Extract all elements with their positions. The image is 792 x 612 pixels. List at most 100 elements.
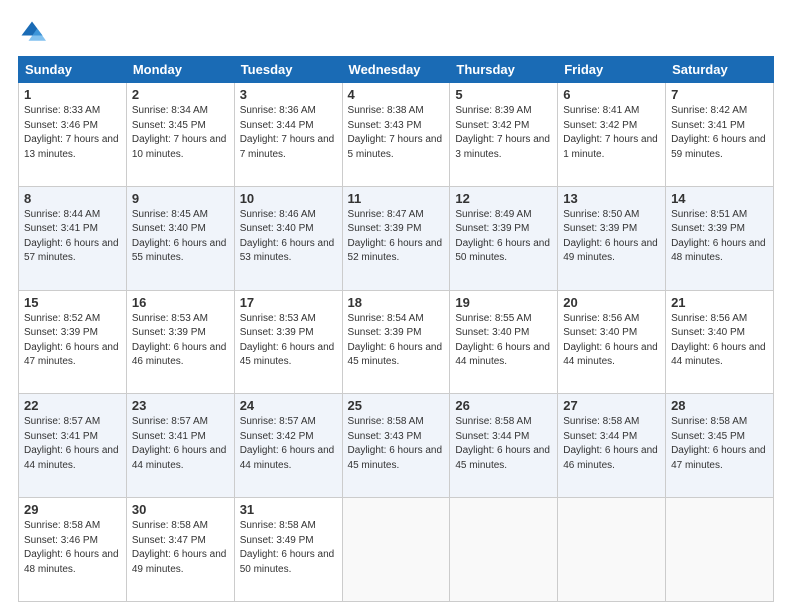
- day-info: Sunrise: 8:53 AMSunset: 3:39 PMDaylight:…: [240, 313, 335, 368]
- day-cell: 13 Sunrise: 8:50 AMSunset: 3:39 PMDaylig…: [558, 186, 666, 290]
- header-row: SundayMondayTuesdayWednesdayThursdayFrid…: [19, 57, 774, 83]
- day-info: Sunrise: 8:39 AMSunset: 3:42 PMDaylight:…: [455, 105, 550, 160]
- day-cell: 28 Sunrise: 8:58 AMSunset: 3:45 PMDaylig…: [666, 394, 774, 498]
- day-cell: 2 Sunrise: 8:34 AMSunset: 3:45 PMDayligh…: [126, 83, 234, 187]
- day-cell: 24 Sunrise: 8:57 AMSunset: 3:42 PMDaylig…: [234, 394, 342, 498]
- day-cell: 12 Sunrise: 8:49 AMSunset: 3:39 PMDaylig…: [450, 186, 558, 290]
- day-cell: 27 Sunrise: 8:58 AMSunset: 3:44 PMDaylig…: [558, 394, 666, 498]
- day-cell: 21 Sunrise: 8:56 AMSunset: 3:40 PMDaylig…: [666, 290, 774, 394]
- day-number: 6: [563, 87, 660, 102]
- col-header-friday: Friday: [558, 57, 666, 83]
- day-number: 3: [240, 87, 337, 102]
- day-cell: 23 Sunrise: 8:57 AMSunset: 3:41 PMDaylig…: [126, 394, 234, 498]
- day-cell: 4 Sunrise: 8:38 AMSunset: 3:43 PMDayligh…: [342, 83, 450, 187]
- day-cell: 10 Sunrise: 8:46 AMSunset: 3:40 PMDaylig…: [234, 186, 342, 290]
- day-number: 29: [24, 502, 121, 517]
- week-row-3: 15 Sunrise: 8:52 AMSunset: 3:39 PMDaylig…: [19, 290, 774, 394]
- day-info: Sunrise: 8:56 AMSunset: 3:40 PMDaylight:…: [671, 313, 766, 368]
- day-info: Sunrise: 8:54 AMSunset: 3:39 PMDaylight:…: [348, 313, 443, 368]
- day-number: 27: [563, 398, 660, 413]
- day-number: 8: [24, 191, 121, 206]
- col-header-thursday: Thursday: [450, 57, 558, 83]
- day-cell: 8 Sunrise: 8:44 AMSunset: 3:41 PMDayligh…: [19, 186, 127, 290]
- day-info: Sunrise: 8:58 AMSunset: 3:45 PMDaylight:…: [671, 416, 766, 471]
- day-cell: 17 Sunrise: 8:53 AMSunset: 3:39 PMDaylig…: [234, 290, 342, 394]
- day-info: Sunrise: 8:42 AMSunset: 3:41 PMDaylight:…: [671, 105, 766, 160]
- day-info: Sunrise: 8:38 AMSunset: 3:43 PMDaylight:…: [348, 105, 443, 160]
- day-cell: 19 Sunrise: 8:55 AMSunset: 3:40 PMDaylig…: [450, 290, 558, 394]
- week-row-2: 8 Sunrise: 8:44 AMSunset: 3:41 PMDayligh…: [19, 186, 774, 290]
- day-cell: [342, 498, 450, 602]
- day-info: Sunrise: 8:46 AMSunset: 3:40 PMDaylight:…: [240, 209, 335, 264]
- day-info: Sunrise: 8:47 AMSunset: 3:39 PMDaylight:…: [348, 209, 443, 264]
- day-info: Sunrise: 8:57 AMSunset: 3:41 PMDaylight:…: [132, 416, 227, 471]
- week-row-5: 29 Sunrise: 8:58 AMSunset: 3:46 PMDaylig…: [19, 498, 774, 602]
- day-cell: 31 Sunrise: 8:58 AMSunset: 3:49 PMDaylig…: [234, 498, 342, 602]
- week-row-4: 22 Sunrise: 8:57 AMSunset: 3:41 PMDaylig…: [19, 394, 774, 498]
- logo: [18, 18, 52, 46]
- day-number: 10: [240, 191, 337, 206]
- day-cell: 15 Sunrise: 8:52 AMSunset: 3:39 PMDaylig…: [19, 290, 127, 394]
- day-info: Sunrise: 8:53 AMSunset: 3:39 PMDaylight:…: [132, 313, 227, 368]
- day-info: Sunrise: 8:51 AMSunset: 3:39 PMDaylight:…: [671, 209, 766, 264]
- day-number: 7: [671, 87, 768, 102]
- day-info: Sunrise: 8:58 AMSunset: 3:44 PMDaylight:…: [563, 416, 658, 471]
- day-cell: 11 Sunrise: 8:47 AMSunset: 3:39 PMDaylig…: [342, 186, 450, 290]
- col-header-wednesday: Wednesday: [342, 57, 450, 83]
- day-cell: 20 Sunrise: 8:56 AMSunset: 3:40 PMDaylig…: [558, 290, 666, 394]
- day-info: Sunrise: 8:58 AMSunset: 3:44 PMDaylight:…: [455, 416, 550, 471]
- day-info: Sunrise: 8:34 AMSunset: 3:45 PMDaylight:…: [132, 105, 227, 160]
- day-number: 24: [240, 398, 337, 413]
- day-cell: 22 Sunrise: 8:57 AMSunset: 3:41 PMDaylig…: [19, 394, 127, 498]
- day-number: 22: [24, 398, 121, 413]
- day-info: Sunrise: 8:33 AMSunset: 3:46 PMDaylight:…: [24, 105, 119, 160]
- day-info: Sunrise: 8:44 AMSunset: 3:41 PMDaylight:…: [24, 209, 119, 264]
- day-info: Sunrise: 8:45 AMSunset: 3:40 PMDaylight:…: [132, 209, 227, 264]
- day-cell: 1 Sunrise: 8:33 AMSunset: 3:46 PMDayligh…: [19, 83, 127, 187]
- day-number: 19: [455, 295, 552, 310]
- day-info: Sunrise: 8:49 AMSunset: 3:39 PMDaylight:…: [455, 209, 550, 264]
- day-number: 13: [563, 191, 660, 206]
- day-info: Sunrise: 8:58 AMSunset: 3:43 PMDaylight:…: [348, 416, 443, 471]
- day-number: 2: [132, 87, 229, 102]
- day-number: 4: [348, 87, 445, 102]
- day-number: 25: [348, 398, 445, 413]
- day-number: 20: [563, 295, 660, 310]
- logo-icon: [18, 18, 46, 46]
- col-header-saturday: Saturday: [666, 57, 774, 83]
- day-cell: [450, 498, 558, 602]
- day-info: Sunrise: 8:36 AMSunset: 3:44 PMDaylight:…: [240, 105, 335, 160]
- day-number: 18: [348, 295, 445, 310]
- day-number: 21: [671, 295, 768, 310]
- col-header-sunday: Sunday: [19, 57, 127, 83]
- day-number: 28: [671, 398, 768, 413]
- day-number: 26: [455, 398, 552, 413]
- day-cell: 14 Sunrise: 8:51 AMSunset: 3:39 PMDaylig…: [666, 186, 774, 290]
- day-info: Sunrise: 8:57 AMSunset: 3:42 PMDaylight:…: [240, 416, 335, 471]
- day-number: 11: [348, 191, 445, 206]
- day-info: Sunrise: 8:41 AMSunset: 3:42 PMDaylight:…: [563, 105, 658, 160]
- day-number: 17: [240, 295, 337, 310]
- day-number: 31: [240, 502, 337, 517]
- col-header-monday: Monday: [126, 57, 234, 83]
- day-info: Sunrise: 8:50 AMSunset: 3:39 PMDaylight:…: [563, 209, 658, 264]
- day-cell: 26 Sunrise: 8:58 AMSunset: 3:44 PMDaylig…: [450, 394, 558, 498]
- day-number: 9: [132, 191, 229, 206]
- day-cell: 29 Sunrise: 8:58 AMSunset: 3:46 PMDaylig…: [19, 498, 127, 602]
- day-info: Sunrise: 8:57 AMSunset: 3:41 PMDaylight:…: [24, 416, 119, 471]
- day-cell: 30 Sunrise: 8:58 AMSunset: 3:47 PMDaylig…: [126, 498, 234, 602]
- day-number: 30: [132, 502, 229, 517]
- page: SundayMondayTuesdayWednesdayThursdayFrid…: [0, 0, 792, 612]
- day-cell: 16 Sunrise: 8:53 AMSunset: 3:39 PMDaylig…: [126, 290, 234, 394]
- day-cell: 5 Sunrise: 8:39 AMSunset: 3:42 PMDayligh…: [450, 83, 558, 187]
- day-cell: [666, 498, 774, 602]
- day-info: Sunrise: 8:56 AMSunset: 3:40 PMDaylight:…: [563, 313, 658, 368]
- day-number: 12: [455, 191, 552, 206]
- day-info: Sunrise: 8:55 AMSunset: 3:40 PMDaylight:…: [455, 313, 550, 368]
- day-cell: 3 Sunrise: 8:36 AMSunset: 3:44 PMDayligh…: [234, 83, 342, 187]
- day-cell: [558, 498, 666, 602]
- day-number: 14: [671, 191, 768, 206]
- day-number: 1: [24, 87, 121, 102]
- day-info: Sunrise: 8:52 AMSunset: 3:39 PMDaylight:…: [24, 313, 119, 368]
- day-number: 23: [132, 398, 229, 413]
